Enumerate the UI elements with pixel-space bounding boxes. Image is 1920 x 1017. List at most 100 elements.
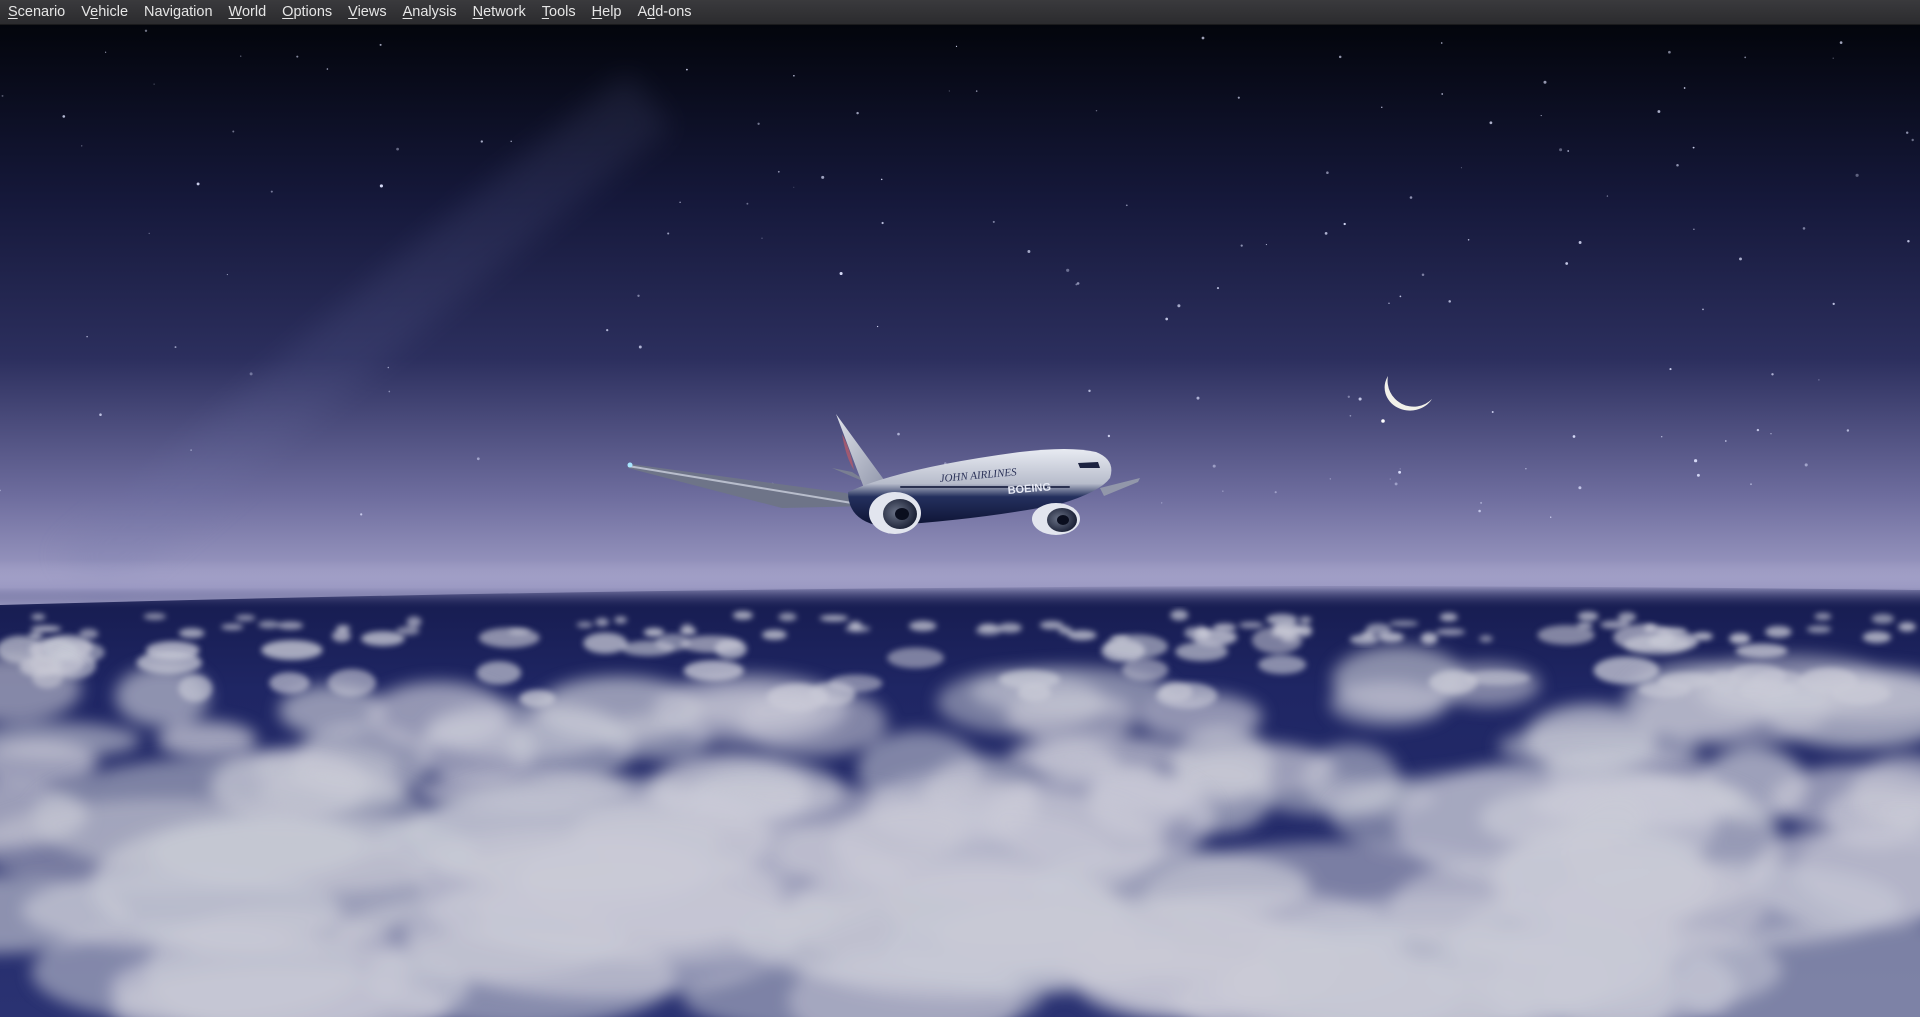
star: [1421, 273, 1425, 276]
menu-tools[interactable]: Tools: [536, 0, 586, 25]
star: [1750, 483, 1752, 486]
star: [1692, 146, 1695, 149]
cloud: [258, 620, 280, 629]
star: [1394, 482, 1398, 486]
star: [1399, 468, 1401, 470]
menu-views[interactable]: Views: [342, 0, 396, 25]
cloud: [819, 615, 849, 622]
flight-simulator-window: Scenario Vehicle Navigation World Option…: [0, 0, 1920, 1017]
menu-analysis[interactable]: Analysis: [397, 0, 467, 25]
cloud: [21, 870, 342, 950]
cloud: [887, 647, 944, 669]
cloud: [1479, 635, 1493, 643]
menu-scenario[interactable]: Scenario: [2, 0, 75, 25]
star: [80, 145, 83, 147]
star: [1480, 501, 1483, 504]
star: [1088, 389, 1091, 393]
cockpit-windows: [1078, 462, 1100, 468]
star: [1578, 486, 1582, 490]
star: [1559, 148, 1563, 152]
cloud: [478, 627, 540, 648]
star: [1756, 428, 1760, 432]
star: [388, 390, 391, 393]
star: [1907, 240, 1910, 243]
menu-network[interactable]: Network: [467, 0, 536, 25]
star: [1565, 262, 1569, 265]
star: [1694, 459, 1698, 463]
star: [948, 90, 950, 92]
star: [232, 130, 235, 133]
star: [1693, 228, 1695, 230]
cloud: [1623, 635, 1691, 655]
left-engine: [869, 492, 921, 534]
cloud: [1537, 625, 1595, 645]
star: [379, 43, 382, 46]
cloud: [1251, 626, 1303, 654]
cloud: [1104, 634, 1168, 659]
menu-options[interactable]: Options: [276, 0, 342, 25]
cloud: [235, 614, 256, 622]
cloud: [1898, 622, 1916, 632]
menu-navigation[interactable]: Navigation: [138, 0, 223, 25]
star: [757, 122, 760, 125]
star: [1440, 42, 1443, 44]
cloud: [277, 621, 304, 630]
star: [1, 94, 4, 97]
cloud: [643, 628, 665, 637]
cloud: [576, 621, 593, 628]
star: [1660, 435, 1663, 438]
star: [1398, 470, 1402, 474]
right-engine: [1032, 503, 1080, 535]
star: [606, 328, 609, 332]
simulator-3d-view[interactable]: JOHN AIRLINES BOEING: [0, 25, 1920, 1017]
cloud: [778, 612, 797, 622]
cloud: [714, 638, 747, 659]
star: [1027, 250, 1031, 253]
star: [1076, 282, 1080, 285]
star: [1543, 80, 1547, 84]
star: [1572, 435, 1576, 438]
menu-world[interactable]: World: [223, 0, 277, 25]
cloud: [1394, 758, 1717, 889]
star: [1525, 468, 1527, 470]
star: [777, 170, 780, 173]
star: [1460, 167, 1462, 169]
cloud: [1299, 616, 1312, 624]
star: [1212, 464, 1216, 468]
star: [1804, 463, 1808, 467]
menu-addons[interactable]: Add-ons: [631, 0, 701, 25]
star: [1196, 396, 1200, 400]
star: [880, 178, 883, 181]
cloud: [762, 629, 787, 640]
star: [821, 175, 825, 179]
star: [1107, 434, 1111, 438]
menu-vehicle[interactable]: Vehicle: [75, 0, 138, 25]
cloud: [1765, 626, 1792, 638]
star: [62, 115, 66, 118]
star: [1771, 373, 1774, 376]
star: [876, 325, 879, 328]
cloud: [221, 624, 244, 630]
star: [881, 221, 884, 225]
star: [955, 45, 958, 48]
star: [1744, 56, 1747, 59]
cloud: [1729, 633, 1751, 645]
star: [679, 201, 681, 204]
menu-help[interactable]: Help: [586, 0, 632, 25]
cloud: [1329, 680, 1447, 726]
cloud: [115, 665, 210, 727]
cloud: [336, 625, 351, 632]
star: [144, 29, 148, 32]
star: [379, 184, 383, 188]
star: [1338, 55, 1342, 59]
star: [992, 220, 995, 223]
star: [1222, 490, 1224, 492]
cloud: [1435, 662, 1540, 707]
star: [1540, 115, 1542, 117]
cloud: [1577, 611, 1599, 621]
star: [226, 274, 228, 276]
cloud: [368, 681, 509, 748]
star: [1066, 268, 1070, 272]
star: [1478, 509, 1481, 513]
cloud: [396, 626, 420, 636]
